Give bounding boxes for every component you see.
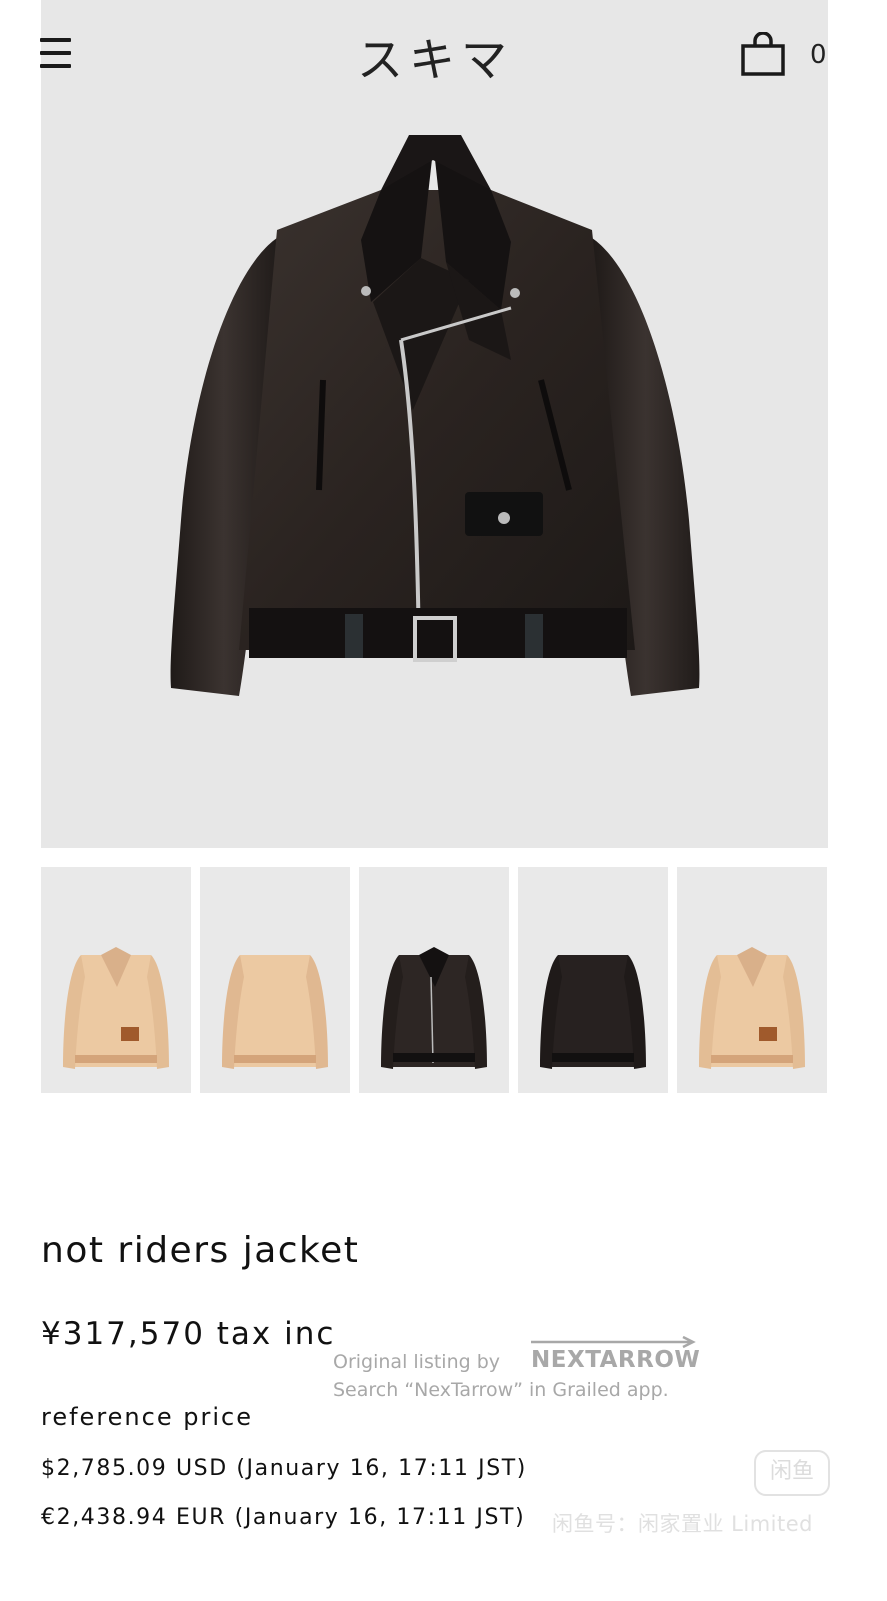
main-product-image[interactable]	[41, 90, 828, 848]
brand-logo[interactable]: スキマ	[300, 24, 570, 90]
menu-bar	[40, 38, 71, 42]
watermark-brand: NEXTARROW	[531, 1347, 701, 1373]
watermark-id: 闲鱼号：闲家置业 Limited	[552, 1512, 813, 1536]
watermark-listing: Original listing by	[333, 1351, 501, 1373]
product-title: not riders jacket	[41, 1230, 360, 1271]
shopping-bag-icon[interactable]	[739, 31, 787, 78]
thumbnail-4[interactable]	[518, 867, 668, 1093]
thumbnail-1[interactable]	[41, 867, 191, 1093]
watermark-search: Search “NexTarrow” in Grailed app.	[333, 1379, 669, 1401]
product-price: ¥317,570 tax inc	[41, 1316, 336, 1352]
watermark-logo: 闲鱼	[754, 1450, 830, 1496]
thumbnail-5[interactable]	[677, 867, 827, 1093]
menu-bar	[40, 51, 71, 55]
thumbnail-strip	[41, 867, 828, 1093]
reference-price-label: reference price	[41, 1403, 253, 1431]
reference-price-usd: $2,785.09 USD (January 16, 17:11 JST)	[41, 1456, 527, 1481]
thumbnail-2[interactable]	[200, 867, 350, 1093]
reference-price-eur: €2,438.94 EUR (January 16, 17:11 JST)	[41, 1505, 526, 1530]
menu-icon[interactable]	[40, 36, 72, 72]
cart-count[interactable]: 0	[810, 40, 827, 70]
thumbnail-3[interactable]	[359, 867, 509, 1093]
menu-bar	[40, 64, 71, 68]
